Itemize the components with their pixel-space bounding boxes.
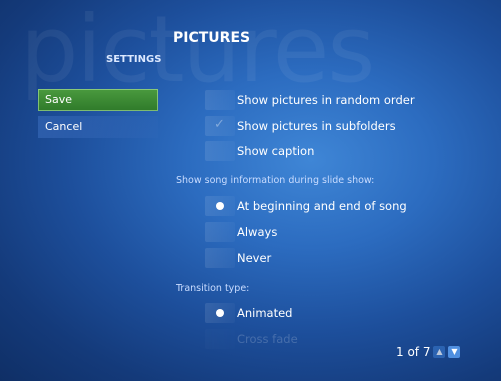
checkbox-box: ✓ <box>205 116 235 136</box>
radio-label: Never <box>237 251 272 265</box>
radio-box <box>205 329 235 349</box>
chevron-up-icon[interactable]: ▲ <box>433 346 446 358</box>
caption-checkbox[interactable]: Show caption <box>205 141 314 161</box>
random-order-label: Show pictures in random order <box>237 93 415 107</box>
radio-selected-icon <box>216 309 224 317</box>
song-info-group-label: Show song information during slide show: <box>176 175 375 186</box>
checkbox-box <box>205 90 235 110</box>
radio-label: At beginning and end of song <box>237 199 407 213</box>
cancel-button[interactable]: Cancel <box>38 116 158 138</box>
radio-label: Always <box>237 225 278 239</box>
radio-label: Animated <box>237 306 293 320</box>
song-info-radio-never[interactable]: Never <box>205 248 271 268</box>
section-label: SETTINGS <box>106 54 162 65</box>
transition-radio-animated[interactable]: Animated <box>205 303 292 323</box>
checkbox-box <box>205 141 235 161</box>
radio-box <box>205 248 235 268</box>
page-indicator: 1 of 7 <box>396 345 431 359</box>
save-button[interactable]: Save <box>38 89 158 111</box>
checkmark-icon: ✓ <box>214 117 225 132</box>
pager: 1 of 7 ▲ ▼ <box>396 345 461 359</box>
transition-group-label: Transition type: <box>176 283 250 294</box>
radio-box <box>205 222 235 242</box>
chevron-down-icon[interactable]: ▼ <box>448 346 461 358</box>
song-info-radio-beginning-end[interactable]: At beginning and end of song <box>205 196 407 216</box>
radio-box <box>205 303 235 323</box>
page-title: PICTURES <box>173 30 251 46</box>
radio-box <box>205 196 235 216</box>
song-info-radio-always[interactable]: Always <box>205 222 277 242</box>
subfolders-checkbox[interactable]: ✓ Show pictures in subfolders <box>205 116 396 136</box>
radio-selected-icon <box>216 202 224 210</box>
radio-label: Cross fade <box>237 332 298 346</box>
random-order-checkbox[interactable]: Show pictures in random order <box>205 90 415 110</box>
transition-radio-cross-fade[interactable]: Cross fade <box>205 329 298 349</box>
caption-label: Show caption <box>237 144 315 158</box>
subfolders-label: Show pictures in subfolders <box>237 119 396 133</box>
pictures-watermark: pictures <box>20 0 375 103</box>
